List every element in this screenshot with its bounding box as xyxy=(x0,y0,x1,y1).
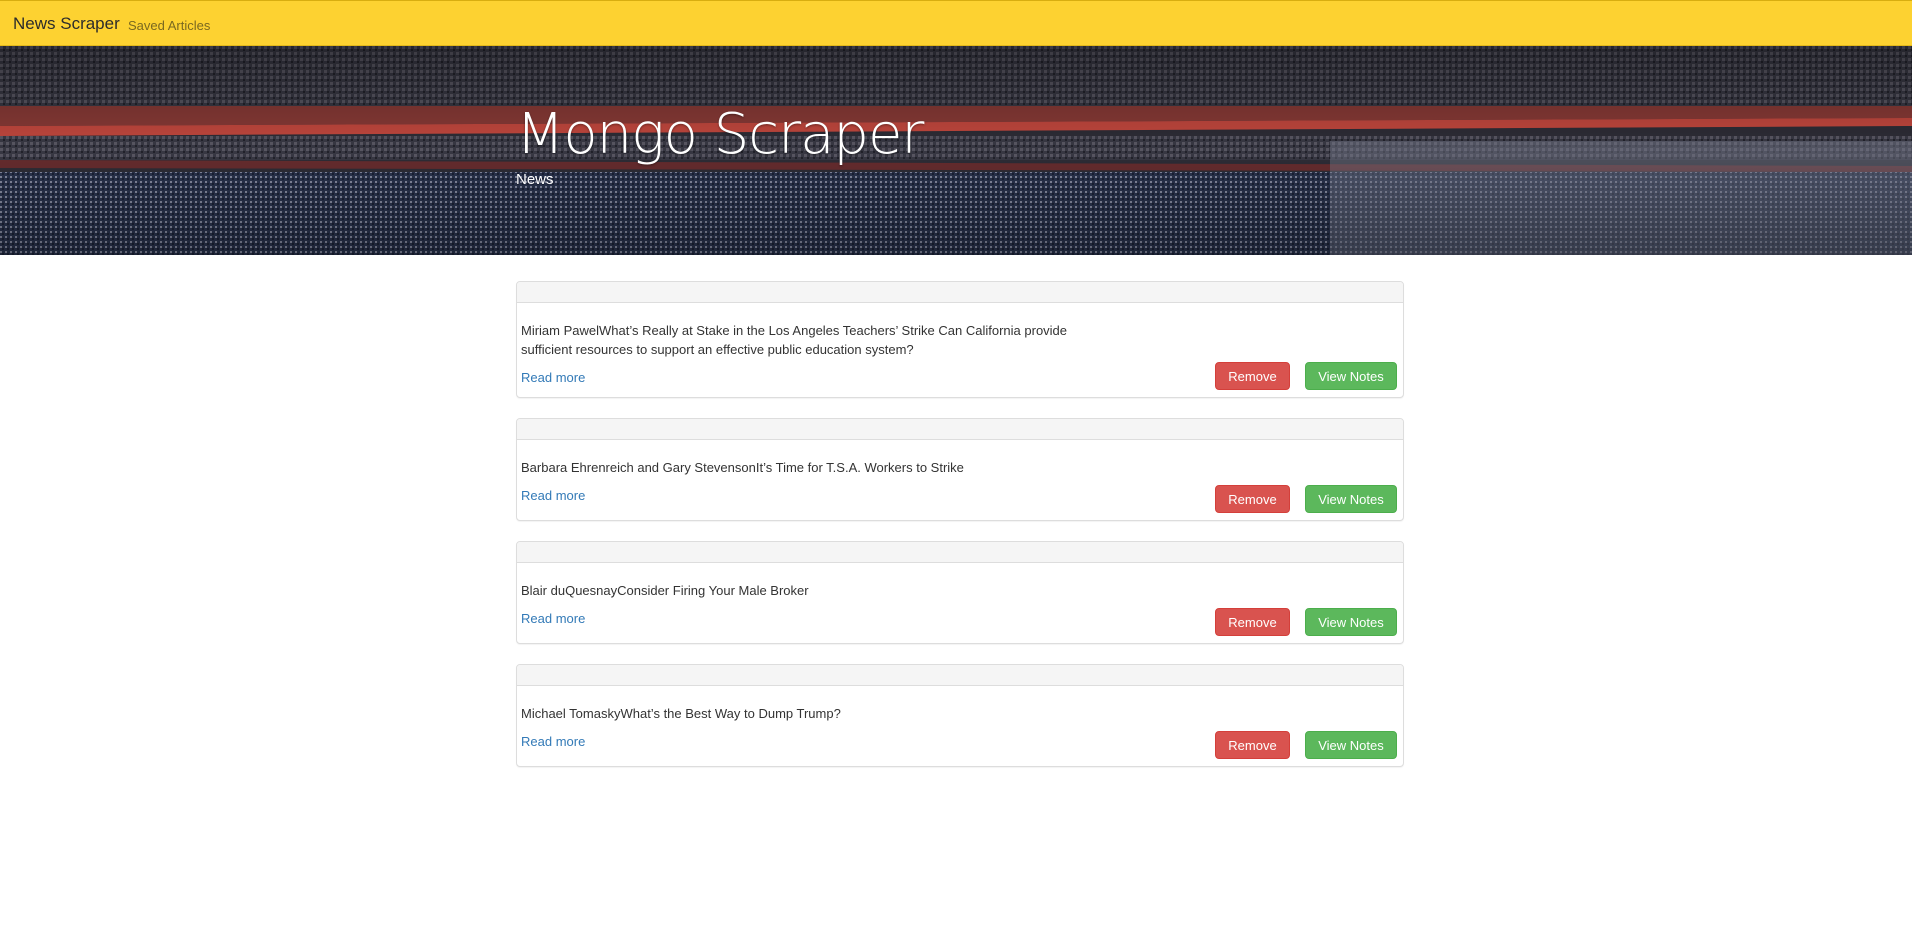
article-headline: Miriam PawelWhat’s Really at Stake in th… xyxy=(521,323,1068,357)
saved-articles-list: Miriam PawelWhat’s Really at Stake in th… xyxy=(516,281,1404,787)
read-more-link[interactable]: Read more xyxy=(521,734,585,749)
read-more-link[interactable]: Read more xyxy=(521,611,585,626)
panel-body: Barbara Ehrenreich and Gary StevensonIt’… xyxy=(517,440,1403,520)
article-headline: Blair duQuesnayConsider Firing Your Male… xyxy=(521,583,809,598)
view-notes-button[interactable]: View Notes xyxy=(1305,485,1397,513)
panel-body: Blair duQuesnayConsider Firing Your Male… xyxy=(517,563,1403,643)
hero-subtitle: News xyxy=(516,171,554,188)
panel-heading xyxy=(517,665,1403,686)
view-notes-button[interactable]: View Notes xyxy=(1305,362,1397,390)
panel-heading xyxy=(517,542,1403,563)
read-more-link[interactable]: Read more xyxy=(521,370,585,385)
view-notes-button[interactable]: View Notes xyxy=(1305,731,1397,759)
article-panel: Miriam PawelWhat’s Really at Stake in th… xyxy=(516,281,1404,398)
article-panel: Blair duQuesnayConsider Firing Your Male… xyxy=(516,541,1404,644)
article-headline: Barbara Ehrenreich and Gary StevensonIt’… xyxy=(521,460,964,475)
article-panel: Barbara Ehrenreich and Gary StevensonIt’… xyxy=(516,418,1404,521)
panel-heading xyxy=(517,282,1403,303)
remove-button[interactable]: Remove xyxy=(1215,608,1290,636)
remove-button[interactable]: Remove xyxy=(1215,485,1290,513)
saved-articles-link[interactable]: Saved Articles xyxy=(128,18,210,33)
view-notes-button[interactable]: View Notes xyxy=(1305,608,1397,636)
panel-body: Michael TomaskyWhat’s the Best Way to Du… xyxy=(517,686,1403,766)
article-panel: Michael TomaskyWhat’s the Best Way to Du… xyxy=(516,664,1404,767)
article-headline: Michael TomaskyWhat’s the Best Way to Du… xyxy=(521,706,841,721)
remove-button[interactable]: Remove xyxy=(1215,731,1290,759)
hero-jumbotron: Mongo Scraper News xyxy=(0,46,1912,255)
stadium-background-image xyxy=(0,46,1912,255)
navbar: News Scraper Saved Articles xyxy=(0,0,1912,46)
hero-title: Mongo Scraper xyxy=(516,102,924,167)
brand-link[interactable]: News Scraper xyxy=(13,14,120,34)
remove-button[interactable]: Remove xyxy=(1215,362,1290,390)
panel-heading xyxy=(517,419,1403,440)
panel-body: Miriam PawelWhat’s Really at Stake in th… xyxy=(517,303,1403,397)
read-more-link[interactable]: Read more xyxy=(521,488,585,503)
